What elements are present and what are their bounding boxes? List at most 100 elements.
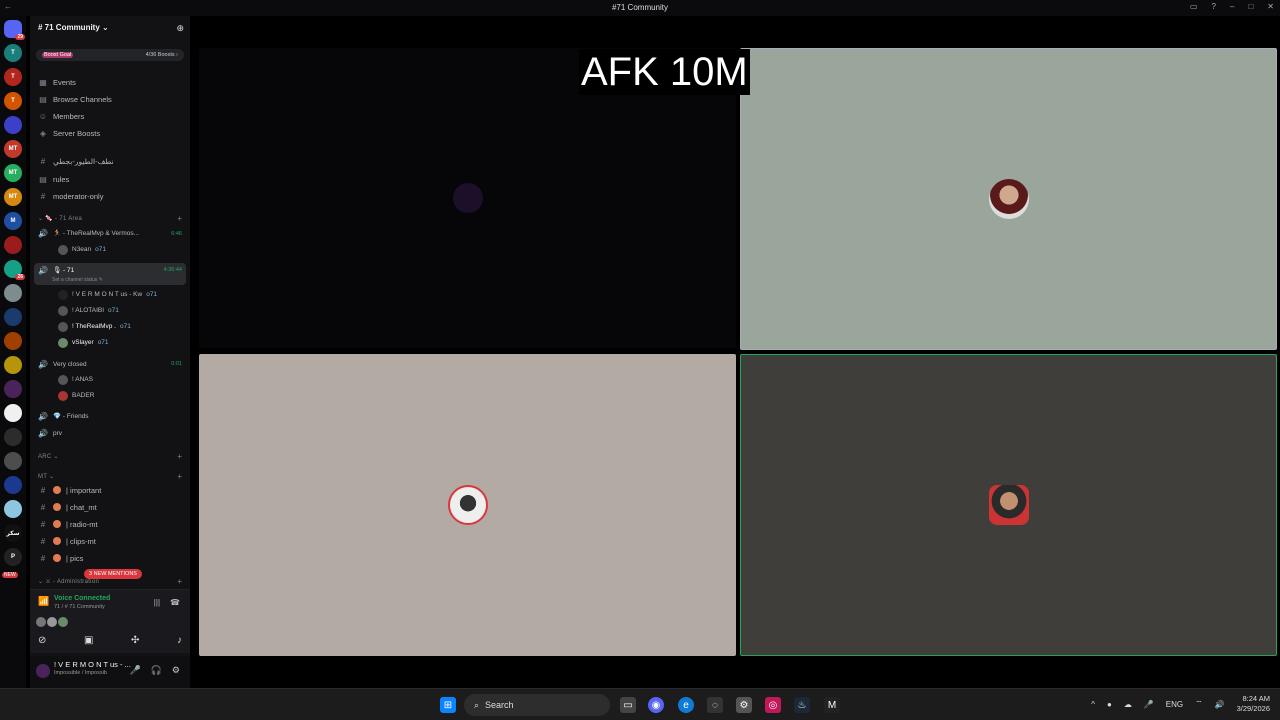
soundboard-icon[interactable]: ♪ — [177, 635, 182, 646]
signal-icon[interactable]: 📶 — [38, 596, 49, 607]
server-icon[interactable]: M — [4, 212, 22, 230]
wifi-icon[interactable]: ⌔ — [1195, 699, 1203, 709]
add-channel-icon[interactable]: + — [177, 577, 182, 586]
discord-home-icon[interactable]: 29 — [4, 20, 25, 40]
boost-goal-bar[interactable]: Boost Goal 4/36 Boosts › — [36, 49, 184, 61]
minimize-button[interactable]: – — [1230, 2, 1234, 11]
server-icon[interactable] — [4, 476, 22, 494]
participant-tile[interactable] — [199, 354, 736, 656]
app-icon[interactable]: ◌ — [707, 697, 723, 713]
channel-important[interactable]: # | important — [38, 483, 102, 497]
add-channel-icon[interactable]: + — [177, 214, 182, 223]
server-icon[interactable] — [4, 332, 22, 350]
app-icon[interactable]: M — [824, 697, 840, 713]
invite-icon[interactable]: ⊕ — [176, 23, 184, 34]
settings-icon[interactable]: ⚙ — [736, 697, 752, 713]
add-channel-icon[interactable]: + — [177, 452, 182, 461]
server-name[interactable]: # 71 Community ⌄ — [38, 23, 109, 32]
voice-channel-prv[interactable]: 🔊 prv — [38, 426, 62, 440]
server-icon[interactable] — [4, 236, 22, 254]
maximize-button[interactable]: □ — [1248, 2, 1253, 11]
menu-server-boosts[interactable]: ◈ Server Boosts — [38, 126, 100, 140]
add-channel-icon[interactable]: + — [177, 472, 182, 481]
category-71area[interactable]: ⌄ 🍬 - 71 Area — [38, 215, 82, 222]
server-icon[interactable] — [4, 356, 22, 374]
user-status: Impossible / Impossib — [54, 670, 107, 676]
voice-channel-1[interactable]: 🔊 🏃 - TheRealMvp & Vermos... — [38, 226, 139, 240]
server-icon[interactable] — [4, 308, 22, 326]
taskbar-search[interactable]: ⌕ Search — [464, 694, 610, 716]
menu-members[interactable]: ☺ Members — [38, 109, 84, 123]
server-icon[interactable]: 26 — [4, 260, 25, 280]
voice-channel-friends[interactable]: 🔊 💎 - Friends — [38, 409, 89, 423]
server-icon[interactable]: T — [4, 44, 22, 62]
screen-share-icon[interactable]: ▣ — [84, 635, 93, 646]
vc-user[interactable]: ! TheRealMvp . o71 — [58, 320, 131, 333]
menu-events[interactable]: ▦ Events — [38, 75, 76, 89]
server-icon[interactable]: P — [4, 548, 22, 566]
channel-clips-mt[interactable]: # | clips-mt — [38, 534, 96, 548]
vc-user[interactable]: N3ean o71 — [58, 243, 106, 256]
task-view-icon[interactable]: ▭ — [620, 697, 636, 713]
voice-channel-link[interactable]: 71 / # 71 Community — [54, 604, 105, 610]
channel-radio-mt[interactable]: # | radio-mt — [38, 517, 98, 531]
obs-icon[interactable]: ◎ — [765, 697, 781, 713]
folder-icon[interactable] — [4, 116, 22, 134]
mic-tray-icon[interactable]: 🎤 — [1144, 700, 1154, 709]
new-mentions-pill[interactable]: 3 NEW MENTIONS — [84, 569, 142, 579]
tray-app-icon[interactable]: ● — [1107, 700, 1112, 709]
avatar[interactable] — [36, 664, 50, 678]
vc-user[interactable]: ! ALOTAIBI o71 — [58, 304, 119, 317]
noise-suppression-icon[interactable]: ||| — [154, 598, 160, 607]
channel-chat-mt[interactable]: # | chat_mt — [38, 500, 97, 514]
cloud-icon[interactable]: ☁ — [1124, 700, 1132, 709]
voice-channel-3[interactable]: 🔊 Very closed — [38, 357, 87, 371]
category-mt[interactable]: MT ⌄ — [38, 473, 54, 480]
channel-rules[interactable]: ▤ rules — [38, 172, 69, 186]
server-icon[interactable] — [4, 380, 22, 398]
server-icon[interactable] — [4, 428, 22, 446]
language-indicator[interactable]: ENG — [1166, 700, 1183, 709]
inbox-icon[interactable]: ▭ — [1190, 2, 1198, 11]
vc-user[interactable]: vSlayer o71 — [58, 336, 109, 349]
menu-browse-channels[interactable]: ▤ Browse Channels — [38, 92, 112, 106]
activities-icon[interactable]: ✣ — [131, 635, 139, 646]
windows-start-icon[interactable]: ⊞ — [440, 697, 456, 713]
camera-off-icon[interactable]: ⊘ — [38, 635, 46, 646]
participant-tile[interactable] — [740, 48, 1277, 350]
category-administration[interactable]: ⌄ ⚔ - Administration — [38, 578, 99, 585]
voice-channel-2[interactable]: 🔊 🎙 - 71 — [38, 263, 74, 277]
channel-moderator-only[interactable]: # moderator-only — [38, 189, 104, 203]
server-icon[interactable] — [4, 500, 22, 518]
server-icon[interactable]: MT — [4, 164, 22, 182]
category-arc[interactable]: ARC ⌄ — [38, 453, 59, 460]
close-button[interactable]: ✕ — [1267, 2, 1274, 11]
channel-pics[interactable]: # | pics — [38, 551, 84, 565]
settings-gear-icon[interactable]: ⚙ — [172, 665, 180, 676]
volume-icon[interactable]: 🔊 — [1215, 700, 1225, 709]
vc-user[interactable]: ! ANAS — [58, 373, 93, 386]
server-icon[interactable] — [4, 284, 22, 302]
disconnect-icon[interactable]: ☎ — [170, 598, 180, 607]
steam-icon[interactable]: ♨ — [794, 697, 810, 713]
tray-chevron-icon[interactable]: ^ — [1091, 700, 1095, 709]
mic-icon[interactable]: 🎤 — [129, 665, 140, 676]
server-icon[interactable] — [4, 404, 22, 422]
help-icon[interactable]: ? — [1212, 2, 1216, 11]
server-icon[interactable]: T — [4, 92, 22, 110]
vc-user[interactable]: ! V E R M O N T us - Kw o71 — [58, 288, 157, 301]
edge-icon[interactable]: e — [678, 697, 694, 713]
clock[interactable]: 8:24 AM 3/29/2026 — [1237, 694, 1270, 714]
vc-user[interactable]: BADER — [58, 389, 94, 402]
server-icon[interactable]: MT — [4, 140, 22, 158]
username[interactable]: ! V E R M O N T us - ... — [54, 660, 131, 669]
server-icon[interactable]: MT — [4, 188, 22, 206]
channel-0[interactable]: # ﻧﻄﻒ-اﻟﻄﻴﻮر-ﺑﺠﻄﻲ — [38, 154, 114, 168]
server-icon[interactable]: T — [4, 68, 22, 86]
channel-status[interactable]: Set a channel status ✎ — [52, 277, 103, 283]
headphones-icon[interactable]: 🎧 — [151, 665, 162, 676]
server-icon[interactable] — [4, 452, 22, 470]
server-icon[interactable]: ﺳﻜﺮ — [4, 524, 22, 542]
participant-tile[interactable] — [740, 354, 1277, 656]
discord-icon[interactable]: ◉ — [648, 697, 664, 713]
